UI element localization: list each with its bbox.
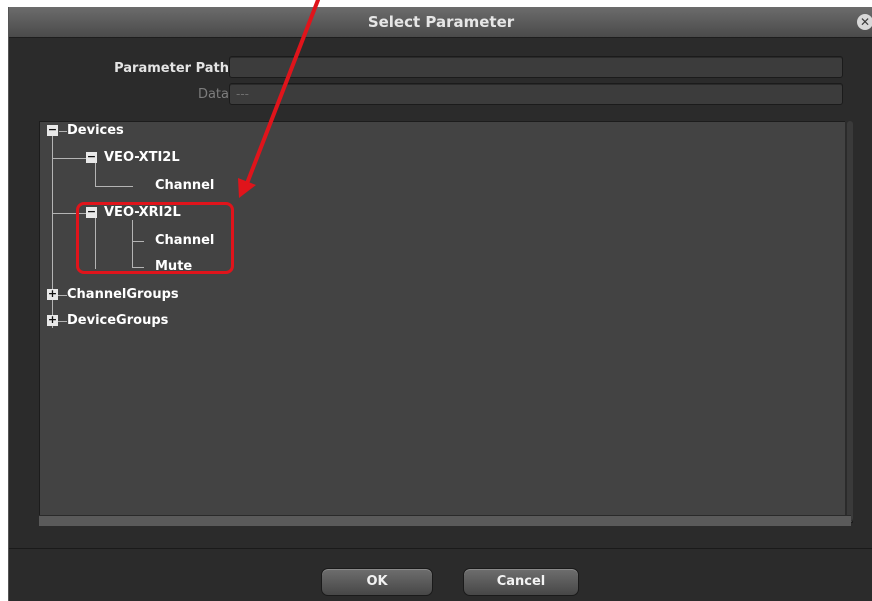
annotation-arrow-icon: [238, 0, 320, 198]
